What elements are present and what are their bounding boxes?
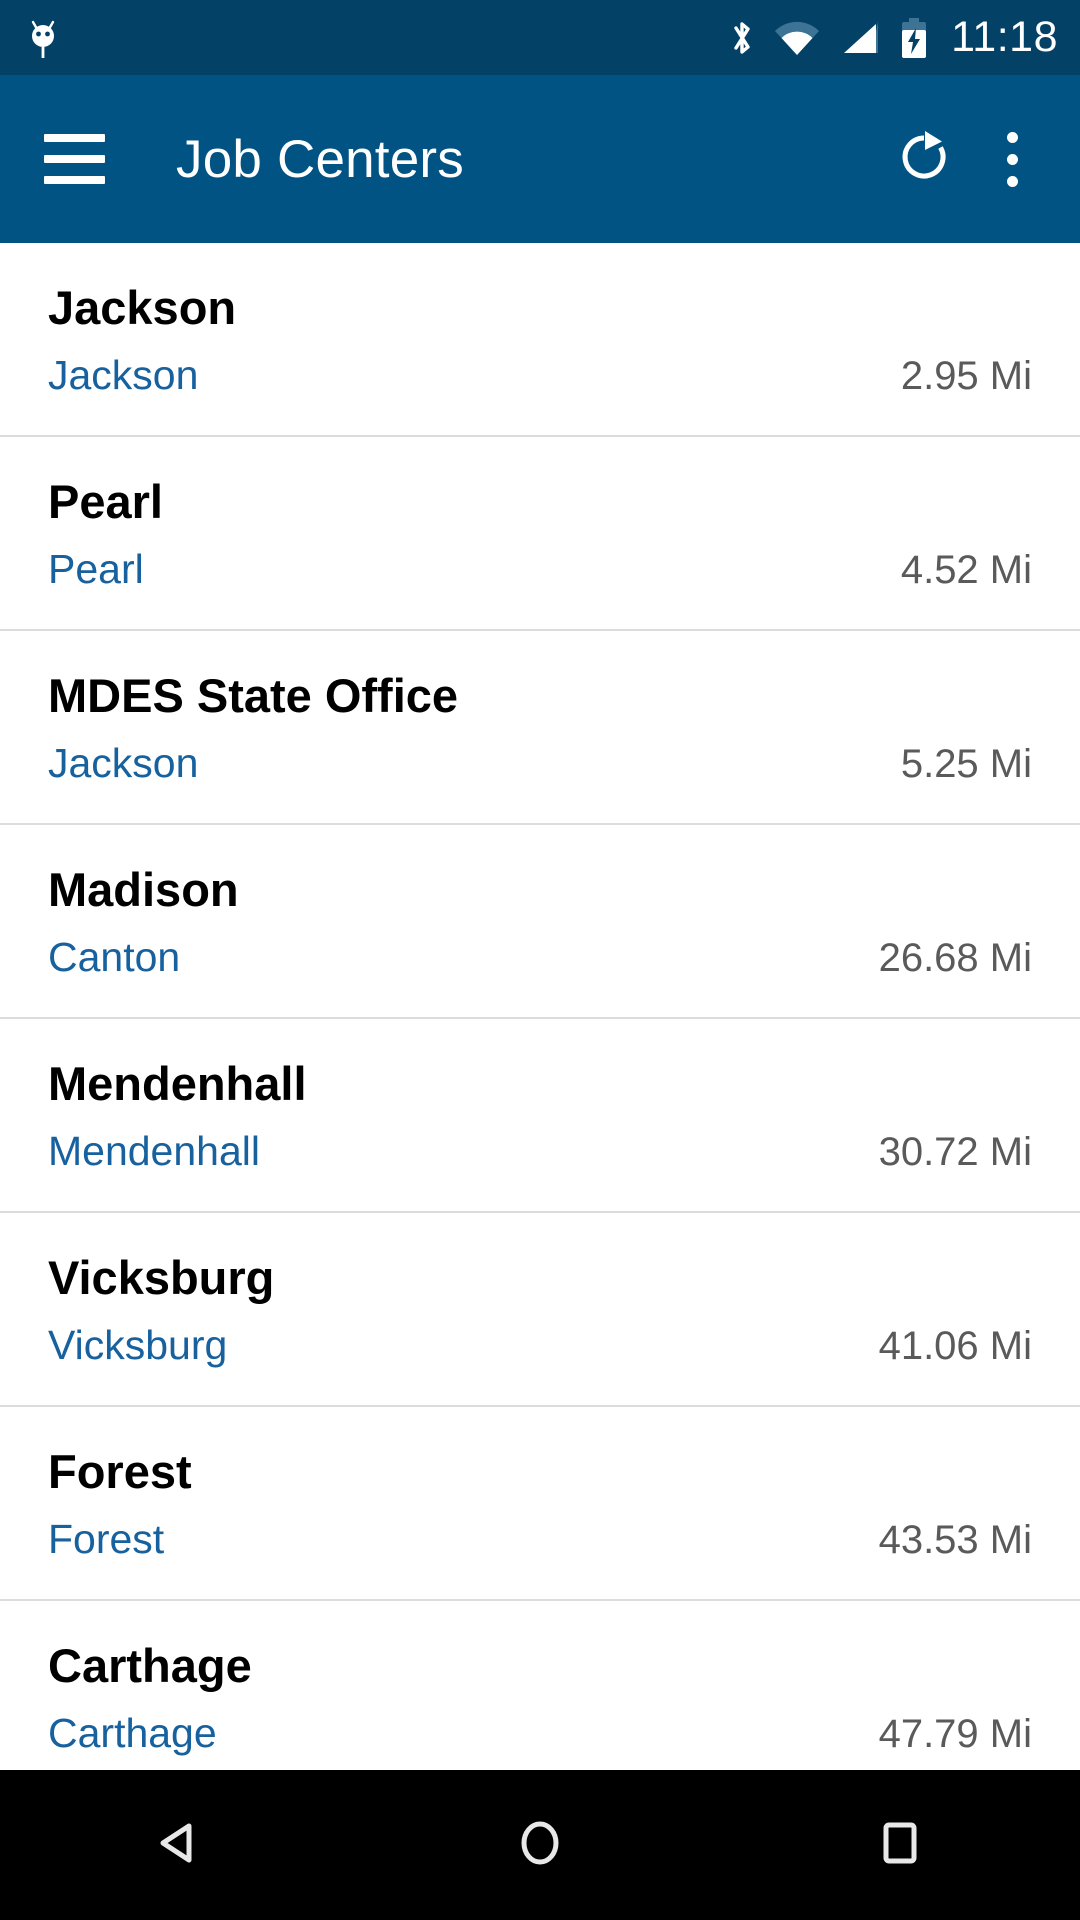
list-item[interactable]: Pearl Pearl 4.52 Mi [0,437,1080,631]
list-item[interactable]: MDES State Office Jackson 5.25 Mi [0,631,1080,825]
hamburger-menu-icon[interactable] [44,121,120,197]
list-item[interactable]: Madison Canton 26.68 Mi [0,825,1080,1019]
job-center-meta: Carthage 47.79 Mi [48,1710,1032,1756]
job-center-distance: 41.06 Mi [878,1324,1032,1368]
battery-charging-icon [899,16,929,60]
list-item[interactable]: Vicksburg Vicksburg 41.06 Mi [0,1213,1080,1407]
list-item[interactable]: Mendenhall Mendenhall 30.72 Mi [0,1019,1080,1213]
menu-bar-2 [44,155,105,163]
job-center-meta: Forest 43.53 Mi [48,1516,1032,1562]
job-center-name: Carthage [48,1639,252,1692]
job-center-distance: 2.95 Mi [900,354,1032,398]
back-triangle-icon [151,1814,209,1877]
list-item[interactable]: Carthage Carthage 47.79 Mi [0,1601,1080,1770]
recents-square-icon [871,1814,929,1877]
list-item[interactable]: Forest Forest 43.53 Mi [0,1407,1080,1601]
job-center-distance: 43.53 Mi [878,1518,1032,1562]
job-center-distance: 5.25 Mi [900,742,1032,786]
job-center-distance: 4.52 Mi [900,548,1032,592]
list-item[interactable]: Jackson Jackson 2.95 Mi [0,243,1080,437]
job-center-name: Mendenhall [48,1057,307,1110]
recents-button[interactable] [825,1770,975,1920]
overflow-dot-3 [1006,175,1018,187]
status-bar-notifications [26,16,60,60]
android-screen: 11:18 Job Centers Jackson Jackson 2.95 M… [0,0,1080,1920]
job-center-city: Canton [48,934,181,980]
job-center-city: Carthage [48,1710,217,1756]
refresh-button[interactable] [876,111,972,207]
job-center-name: Pearl [48,475,163,528]
job-center-name: Vicksburg [48,1251,275,1304]
app-bar: Job Centers [0,75,1080,243]
back-button[interactable] [105,1770,255,1920]
job-center-name: Jackson [48,281,237,334]
job-center-meta: Pearl 4.52 Mi [48,546,1032,592]
overflow-menu-icon[interactable] [972,111,1052,207]
status-bar: 11:18 [0,0,1080,75]
home-circle-icon [511,1814,569,1877]
overflow-dot-1 [1006,131,1018,143]
refresh-icon [895,128,953,191]
job-center-meta: Jackson 5.25 Mi [48,740,1032,786]
status-bar-clock: 11:18 [951,13,1058,61]
home-button[interactable] [465,1770,615,1920]
android-navigation-bar [0,1770,1080,1920]
job-center-city: Jackson [48,740,199,786]
job-center-meta: Mendenhall 30.72 Mi [48,1128,1032,1174]
job-center-list: Jackson Jackson 2.95 Mi Pearl Pearl 4.52… [0,243,1080,1770]
job-center-city: Forest [48,1516,165,1562]
status-bar-system-icons: 11:18 [728,13,1058,62]
job-center-city: Jackson [48,352,199,398]
job-center-name: Madison [48,863,239,916]
menu-bar-1 [44,134,105,142]
overflow-dot-2 [1006,153,1018,165]
job-center-distance: 47.79 Mi [878,1712,1032,1756]
bluetooth-icon [728,17,756,59]
job-center-name: Forest [48,1445,192,1498]
wifi-icon [773,17,821,59]
menu-bar-3 [44,176,105,184]
android-robot-icon [26,16,60,60]
job-center-city: Pearl [48,546,144,592]
job-center-meta: Canton 26.68 Mi [48,934,1032,980]
cell-signal-icon [838,17,882,59]
page-title: Job Centers [176,129,464,189]
job-center-name: MDES State Office [48,669,459,722]
job-center-city: Mendenhall [48,1128,260,1174]
job-center-city: Vicksburg [48,1322,228,1368]
job-center-distance: 30.72 Mi [878,1130,1032,1174]
job-center-distance: 26.68 Mi [878,936,1032,980]
job-center-meta: Vicksburg 41.06 Mi [48,1322,1032,1368]
job-center-meta: Jackson 2.95 Mi [48,352,1032,398]
